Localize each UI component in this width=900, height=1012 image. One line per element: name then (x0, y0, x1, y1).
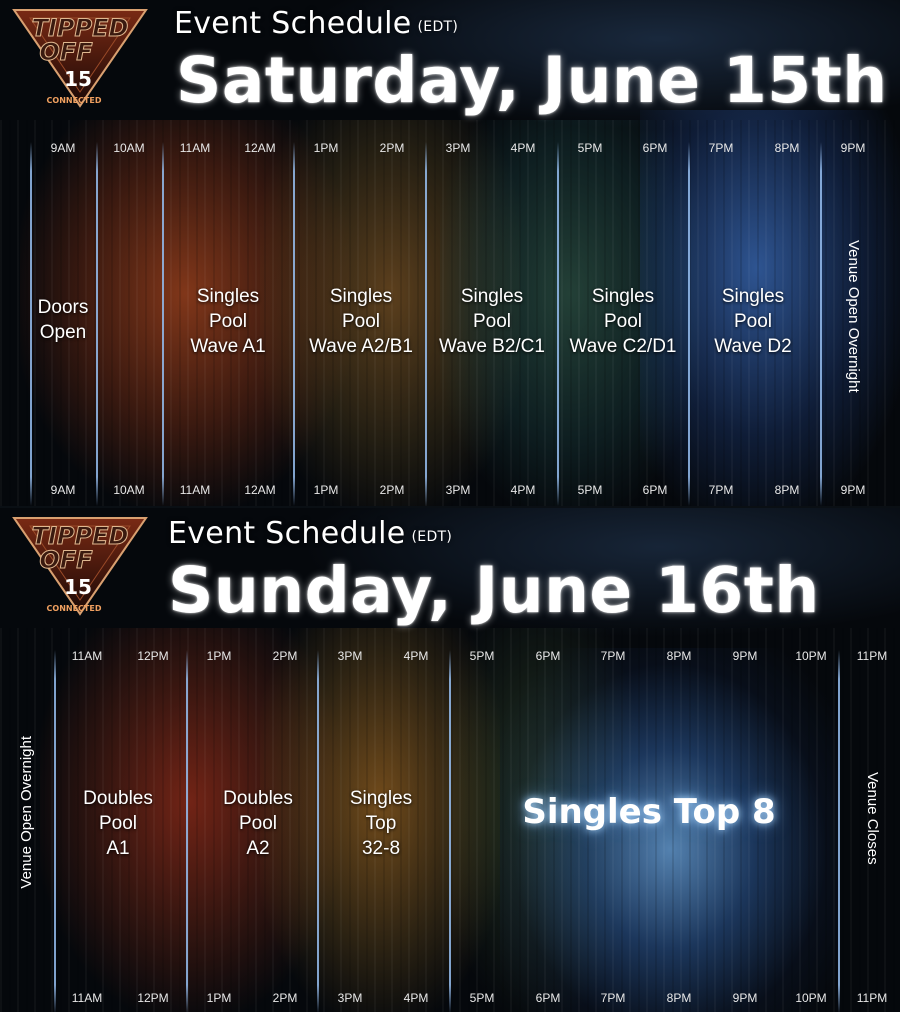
schedule-block-wave-c2-d1: Singles Pool Wave C2/D1 (569, 286, 677, 357)
event-schedule-text: Event Schedule (168, 516, 406, 551)
hour-tick-top: 9AM (50, 141, 76, 155)
hour-tick-top: 10PM (795, 649, 827, 663)
event-schedule-text: Event Schedule (174, 6, 412, 41)
hour-tick-bottom: 5PM (577, 483, 603, 497)
hour-tick-bottom: 5PM (469, 991, 495, 1005)
hour-tick-top: 12PM (137, 649, 169, 663)
hour-tick-bottom: 10AM (113, 483, 145, 497)
hour-tick-top: 8PM (774, 141, 800, 155)
hour-tick-bottom: 3PM (337, 991, 363, 1005)
hour-tick-top: 6PM (642, 141, 668, 155)
venue-open-overnight-note: Venue Open Overnight (845, 240, 862, 393)
divider-5pm (449, 650, 451, 1012)
hour-tick-bottom: 10PM (795, 991, 827, 1005)
schedule-block-wave-b2-c1: Singles Pool Wave B2/C1 (439, 286, 545, 357)
schedule-block-wave-d2: Singles Pool Wave D2 (714, 286, 792, 357)
hour-tick-top: 8PM (666, 649, 692, 663)
day-title: Sunday, June 16th (168, 554, 820, 627)
schedule-block-doors-open: Doors Open (37, 297, 89, 343)
hour-tick-bottom: 7PM (600, 991, 626, 1005)
venue-closes-note: Venue Closes (864, 772, 881, 865)
hour-tick-bottom: 12PM (137, 991, 169, 1005)
hour-tick-bottom: 7PM (708, 483, 734, 497)
hour-tick-bottom: 11AM (179, 483, 211, 497)
hour-tick-top: 2PM (379, 141, 405, 155)
hour-tick-bottom: 4PM (403, 991, 429, 1005)
timezone-label: (EDT) (417, 19, 459, 35)
event-schedule-label: Event Schedule (EDT) (174, 6, 458, 41)
hour-tick-bottom: 11PM (856, 991, 888, 1005)
tipped-off-logo: TIPPED OFF 15 CONNECTED (10, 6, 150, 110)
svg-text:15: 15 (64, 67, 92, 91)
hour-tick-bottom: 6PM (535, 991, 561, 1005)
hour-tick-bottom: 9AM (50, 483, 76, 497)
hour-tick-top: 1PM (313, 141, 339, 155)
sunday-schedule-panel: TIPPED OFF 15 CONNECTED Event Schedule (E… (0, 506, 900, 1012)
hour-tick-top: 10AM (113, 141, 145, 155)
hour-tick-top: 9PM (732, 649, 758, 663)
venue-open-overnight-note: Venue Open Overnight (18, 736, 35, 889)
divider-7pm (688, 142, 690, 506)
hour-tick-top: 11PM (856, 649, 888, 663)
hour-tick-bottom: 1PM (206, 991, 232, 1005)
hour-tick-top: 4PM (510, 141, 536, 155)
divider-11am (54, 650, 56, 1012)
hour-tick-top: 3PM (445, 141, 471, 155)
hour-tick-bottom: 4PM (510, 483, 536, 497)
tipped-off-logo: TIPPED OFF 15 CONNECTED (10, 514, 150, 618)
hour-tick-top: 12AM (244, 141, 276, 155)
hour-tick-top: 11AM (179, 141, 211, 155)
divider-3pm (317, 650, 319, 1012)
hour-tick-top: 7PM (600, 649, 626, 663)
hour-tick-top: 5PM (577, 141, 603, 155)
schedule-block-doubles-a1: Doubles Pool A1 (83, 788, 153, 859)
divider-5pm (557, 142, 559, 506)
schedule-block-doubles-a2: Doubles Pool A2 (223, 788, 293, 859)
day-title: Saturday, June 15th (176, 44, 888, 117)
svg-text:15: 15 (64, 575, 92, 599)
hour-tick-top: 1PM (206, 649, 232, 663)
divider-10am (96, 142, 98, 506)
schedule-block-wave-a1: Singles Pool Wave A1 (190, 286, 266, 357)
divider-1pm (186, 650, 188, 1012)
divider-11pm (838, 650, 840, 1012)
hour-tick-bottom: 2PM (379, 483, 405, 497)
divider-1pm (293, 142, 295, 506)
hour-tick-top: 5PM (469, 649, 495, 663)
hour-tick-bottom: 11AM (71, 991, 103, 1005)
saturday-schedule-panel: TIPPED OFF 15 CONNECTED Event Schedule (E… (0, 0, 900, 506)
hour-tick-bottom: 12AM (244, 483, 276, 497)
svg-text:OFF: OFF (39, 38, 93, 66)
timezone-label: (EDT) (411, 529, 453, 545)
divider-3pm (425, 142, 427, 506)
hour-tick-top: 11AM (71, 649, 103, 663)
event-schedule-label: Event Schedule (EDT) (168, 516, 452, 551)
svg-text:OFF: OFF (39, 546, 93, 574)
hour-tick-bottom: 8PM (774, 483, 800, 497)
hour-tick-top: 6PM (535, 649, 561, 663)
hour-tick-top: 2PM (272, 649, 298, 663)
schedule-block-singles-top-8: Singles Top 8 (522, 792, 776, 832)
divider-9pm (820, 142, 822, 506)
hour-tick-bottom: 2PM (272, 991, 298, 1005)
hour-tick-bottom: 8PM (666, 991, 692, 1005)
hour-tick-top: 3PM (337, 649, 363, 663)
hour-tick-bottom: 1PM (313, 483, 339, 497)
hour-tick-top: 9PM (840, 141, 866, 155)
hour-tick-bottom: 6PM (642, 483, 668, 497)
schedule-block-wave-a2-b1: Singles Pool Wave A2/B1 (309, 286, 413, 357)
hour-tick-bottom: 9PM (840, 483, 866, 497)
hour-tick-bottom: 9PM (732, 991, 758, 1005)
divider-11am (162, 142, 164, 506)
divider-9am (30, 142, 32, 506)
hour-tick-top: 7PM (708, 141, 734, 155)
schedule-block-singles-top-32-8: Singles Top 32-8 (349, 788, 413, 859)
hour-tick-bottom: 3PM (445, 483, 471, 497)
svg-text:CONNECTED: CONNECTED (47, 96, 102, 105)
svg-text:CONNECTED: CONNECTED (47, 604, 102, 613)
hour-tick-top: 4PM (403, 649, 429, 663)
